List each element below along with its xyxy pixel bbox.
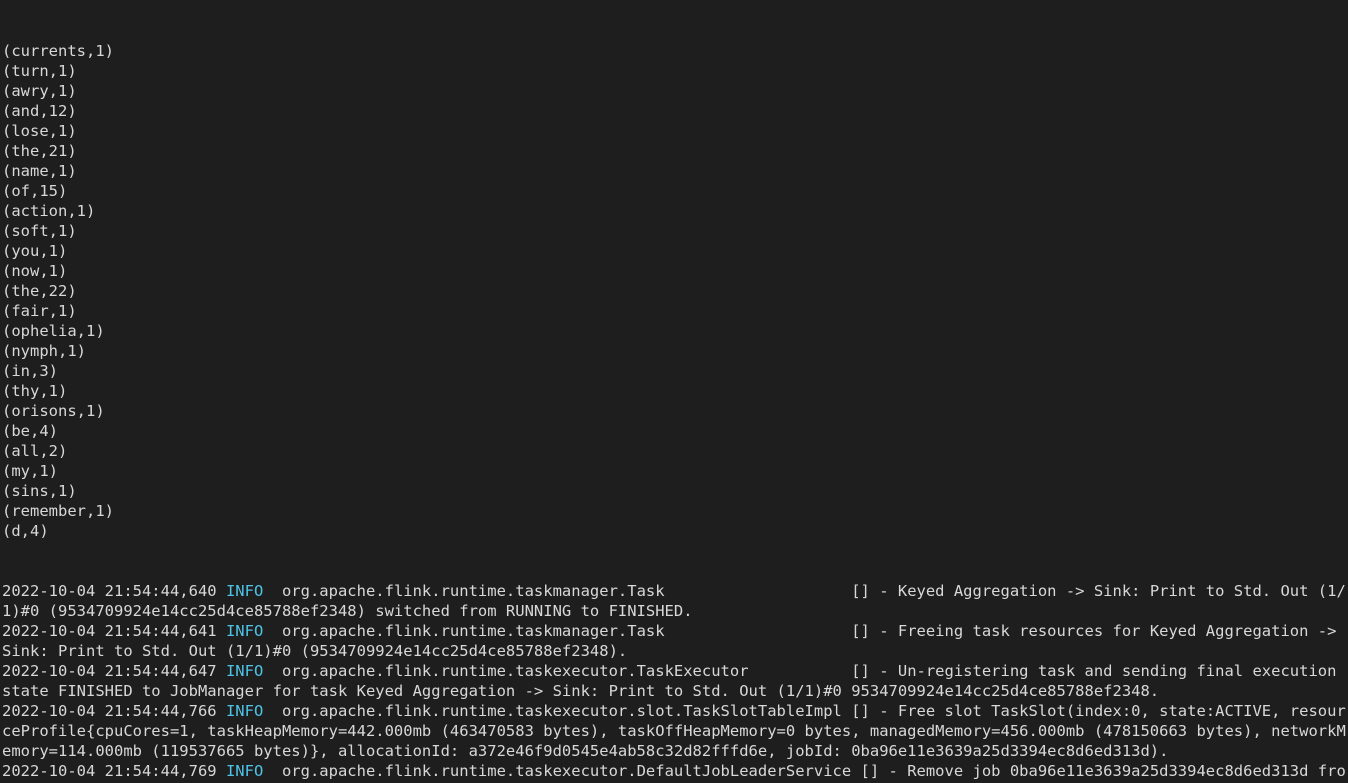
word-count-tuple: (fair,1) bbox=[2, 302, 77, 320]
log-level: INFO bbox=[225, 622, 264, 640]
word-count-tuple: (in,3) bbox=[2, 362, 58, 380]
word-count-line: (all,2) bbox=[2, 441, 1348, 461]
log-line: 2022-10-04 21:54:44,766 INFO org.apache.… bbox=[2, 701, 1348, 721]
log-message: org.apache.flink.runtime.taskexecutor.De… bbox=[263, 762, 1346, 780]
word-count-line: (remember,1) bbox=[2, 501, 1348, 521]
word-count-tuple: (now,1) bbox=[2, 262, 68, 280]
word-count-line: (and,12) bbox=[2, 101, 1348, 121]
word-count-tuple: (nymph,1) bbox=[2, 342, 86, 360]
word-count-line: (currents,1) bbox=[2, 41, 1348, 61]
word-count-tuple: (my,1) bbox=[2, 462, 58, 480]
word-count-tuple: (all,2) bbox=[2, 442, 68, 460]
log-message: 1)#0 (9534709924e14cc25d4ce85788ef2348) … bbox=[2, 602, 693, 620]
word-count-line: (name,1) bbox=[2, 161, 1348, 181]
word-count-tuple: (awry,1) bbox=[2, 82, 77, 100]
word-count-tuple: (name,1) bbox=[2, 162, 77, 180]
word-count-line: (d,4) bbox=[2, 521, 1348, 541]
log-line-continuation: 1)#0 (9534709924e14cc25d4ce85788ef2348) … bbox=[2, 601, 1348, 621]
word-count-line: (my,1) bbox=[2, 461, 1348, 481]
word-count-tuple: (thy,1) bbox=[2, 382, 68, 400]
log-line: 2022-10-04 21:54:44,641 INFO org.apache.… bbox=[2, 621, 1348, 641]
word-count-line: (you,1) bbox=[2, 241, 1348, 261]
log-line-continuation: emory=114.000mb (119537665 bytes)}, allo… bbox=[2, 741, 1348, 761]
word-count-tuple: (currents,1) bbox=[2, 42, 114, 60]
word-count-line: (of,15) bbox=[2, 181, 1348, 201]
log-message: org.apache.flink.runtime.taskexecutor.Ta… bbox=[263, 662, 1346, 680]
log-level: INFO bbox=[225, 582, 264, 600]
word-count-line: (the,22) bbox=[2, 281, 1348, 301]
terminal-window[interactable]: (currents,1) (turn,1) (awry,1) (and,12) (los… bbox=[0, 0, 1348, 783]
log-timestamp: 2022-10-04 21:54:44,766 bbox=[2, 702, 226, 720]
word-count-line: (thy,1) bbox=[2, 381, 1348, 401]
log-level: INFO bbox=[225, 662, 264, 680]
log-message: state FINISHED to JobManager for task Ke… bbox=[2, 682, 1160, 700]
flink-log-output: 2022-10-04 21:54:44,640 INFO org.apache.… bbox=[2, 581, 1348, 783]
word-count-line: (action,1) bbox=[2, 201, 1348, 221]
word-count-tuple: (of,15) bbox=[2, 182, 68, 200]
log-line: 2022-10-04 21:54:44,640 INFO org.apache.… bbox=[2, 581, 1348, 601]
word-count-tuple: (lose,1) bbox=[2, 122, 77, 140]
log-message: org.apache.flink.runtime.taskmanager.Tas… bbox=[263, 622, 1346, 640]
word-count-tuple: (turn,1) bbox=[2, 62, 77, 80]
log-line-continuation: Sink: Print to Std. Out (1/1)#0 (9534709… bbox=[2, 641, 1348, 661]
word-count-tuple: (ophelia,1) bbox=[2, 322, 105, 340]
word-count-line: (now,1) bbox=[2, 261, 1348, 281]
word-count-tuple: (the,22) bbox=[2, 282, 77, 300]
word-count-line: (fair,1) bbox=[2, 301, 1348, 321]
word-count-tuple: (orisons,1) bbox=[2, 402, 105, 420]
word-count-line: (lose,1) bbox=[2, 121, 1348, 141]
word-count-tuple: (soft,1) bbox=[2, 222, 77, 240]
log-line: 2022-10-04 21:54:44,769 INFO org.apache.… bbox=[2, 761, 1348, 781]
log-timestamp: 2022-10-04 21:54:44,641 bbox=[2, 622, 226, 640]
word-count-line: (ophelia,1) bbox=[2, 321, 1348, 341]
log-timestamp: 2022-10-04 21:54:44,640 bbox=[2, 582, 226, 600]
word-count-line: (be,4) bbox=[2, 421, 1348, 441]
log-level: INFO bbox=[225, 702, 264, 720]
log-line-continuation: ceProfile{cpuCores=1, taskHeapMemory=442… bbox=[2, 721, 1348, 741]
word-count-line: (the,21) bbox=[2, 141, 1348, 161]
word-count-tuple: (sins,1) bbox=[2, 482, 77, 500]
word-count-tuple: (the,21) bbox=[2, 142, 77, 160]
log-message: ceProfile{cpuCores=1, taskHeapMemory=442… bbox=[2, 722, 1346, 740]
word-count-tuple: (be,4) bbox=[2, 422, 58, 440]
word-count-line: (sins,1) bbox=[2, 481, 1348, 501]
word-count-line: (awry,1) bbox=[2, 81, 1348, 101]
word-count-line: (in,3) bbox=[2, 361, 1348, 381]
log-line-continuation: state FINISHED to JobManager for task Ke… bbox=[2, 681, 1348, 701]
log-message: Sink: Print to Std. Out (1/1)#0 (9534709… bbox=[2, 642, 628, 660]
log-level: INFO bbox=[225, 762, 264, 780]
word-count-tuple: (remember,1) bbox=[2, 502, 114, 520]
word-count-output: (currents,1) (turn,1) (awry,1) (and,12) (los… bbox=[2, 41, 1348, 541]
log-message: org.apache.flink.runtime.taskexecutor.sl… bbox=[263, 702, 1346, 720]
word-count-line: (orisons,1) bbox=[2, 401, 1348, 421]
log-timestamp: 2022-10-04 21:54:44,769 bbox=[2, 762, 226, 780]
word-count-tuple: (you,1) bbox=[2, 242, 68, 260]
word-count-line: (nymph,1) bbox=[2, 341, 1348, 361]
word-count-tuple: (and,12) bbox=[2, 102, 77, 120]
word-count-line: (turn,1) bbox=[2, 61, 1348, 81]
log-timestamp: 2022-10-04 21:54:44,647 bbox=[2, 662, 226, 680]
log-message: org.apache.flink.runtime.taskmanager.Tas… bbox=[263, 582, 1346, 600]
log-message: emory=114.000mb (119537665 bytes)}, allo… bbox=[2, 742, 1169, 760]
log-line: 2022-10-04 21:54:44,647 INFO org.apache.… bbox=[2, 661, 1348, 681]
word-count-tuple: (action,1) bbox=[2, 202, 96, 220]
word-count-line: (soft,1) bbox=[2, 221, 1348, 241]
word-count-tuple: (d,4) bbox=[2, 522, 49, 540]
